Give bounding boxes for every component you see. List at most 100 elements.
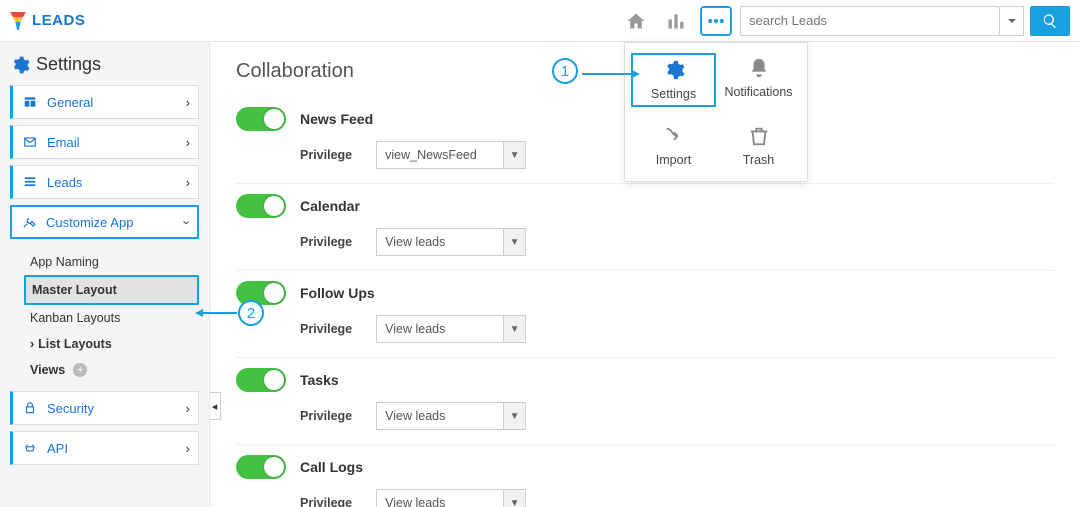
- sidebar-title-label: Settings: [36, 54, 101, 75]
- sidebar-subitem-label: App Naming: [30, 255, 99, 269]
- top-bar: LEADS: [0, 0, 1080, 42]
- add-icon[interactable]: +: [73, 363, 87, 377]
- popup-item-trash[interactable]: Trash: [716, 121, 801, 171]
- sidebar-item-api[interactable]: API ›: [10, 431, 199, 465]
- row-name: Call Logs: [300, 459, 363, 475]
- import-icon: [663, 125, 685, 147]
- collab-row-tasks: Tasks Privilege View leads▼: [236, 358, 1054, 445]
- sidebar-collapse-handle[interactable]: ◂: [210, 392, 221, 420]
- trash-icon: [748, 125, 770, 147]
- sidebar-title: Settings: [10, 54, 199, 75]
- chevron-right-icon: ›: [186, 175, 190, 190]
- dropdown-arrow-icon: ▼: [503, 403, 525, 429]
- sidebar: Settings General › Email › Leads › Custo…: [0, 42, 210, 507]
- sidebar-subitem-label: Views: [30, 363, 65, 377]
- sidebar-subitem-label: Kanban Layouts: [30, 311, 120, 325]
- sidebar-item-label: Leads: [47, 175, 186, 190]
- chart-icon[interactable]: [660, 6, 692, 36]
- popup-item-label: Import: [656, 153, 691, 167]
- popup-item-label: Settings: [651, 87, 696, 101]
- chevron-down-icon: ›: [179, 220, 194, 224]
- sidebar-subitem-kanban-layouts[interactable]: Kanban Layouts: [24, 305, 199, 331]
- privilege-label: Privilege: [300, 496, 352, 507]
- tools-icon: [20, 215, 38, 229]
- chevron-right-icon: ›: [186, 441, 190, 456]
- privilege-label: Privilege: [300, 322, 352, 336]
- sidebar-subitem-app-naming[interactable]: App Naming: [24, 249, 199, 275]
- sidebar-subitem-master-layout[interactable]: Master Layout: [24, 275, 199, 305]
- sidebar-item-email[interactable]: Email ›: [10, 125, 199, 159]
- collab-row-call-logs: Call Logs Privilege View leads▼: [236, 445, 1054, 507]
- row-name: Follow Ups: [300, 285, 375, 301]
- toggle-news-feed[interactable]: [236, 107, 286, 131]
- popup-item-label: Trash: [743, 153, 775, 167]
- gear-icon: [663, 59, 685, 81]
- popup-item-import[interactable]: Import: [631, 121, 716, 171]
- sidebar-item-security[interactable]: Security ›: [10, 391, 199, 425]
- privilege-label: Privilege: [300, 409, 352, 423]
- sidebar-subitem-list-layouts[interactable]: › List Layouts: [24, 331, 199, 357]
- select-value: View leads: [377, 496, 503, 507]
- privilege-select-call-logs[interactable]: View leads▼: [376, 489, 526, 507]
- row-name: News Feed: [300, 111, 373, 127]
- app-title: LEADS: [32, 12, 85, 29]
- privilege-label: Privilege: [300, 148, 352, 162]
- collab-row-calendar: Calendar Privilege View leads▼: [236, 184, 1054, 271]
- privilege-select-tasks[interactable]: View leads▼: [376, 402, 526, 430]
- envelope-icon: [21, 135, 39, 149]
- dropdown-arrow-icon: ▼: [503, 229, 525, 255]
- popup-item-label: Notifications: [724, 85, 792, 99]
- sidebar-item-label: Email: [47, 135, 186, 150]
- toggle-call-logs[interactable]: [236, 455, 286, 479]
- sidebar-subitem-label: List Layouts: [38, 337, 112, 351]
- dropdown-arrow-icon: ▼: [503, 490, 525, 507]
- privilege-select-follow-ups[interactable]: View leads▼: [376, 315, 526, 343]
- search-dropdown-icon[interactable]: [1000, 6, 1024, 36]
- sidebar-item-label: API: [47, 441, 186, 456]
- chevron-right-icon: ›: [186, 401, 190, 416]
- search-input[interactable]: [740, 6, 1000, 36]
- select-value: view_NewsFeed: [377, 148, 503, 162]
- search-wrap: [740, 6, 1070, 36]
- annotation-arrow-2: [195, 309, 237, 317]
- layout-icon: [21, 95, 39, 109]
- annotation-step-2: 2: [238, 300, 264, 326]
- sidebar-item-general[interactable]: General ›: [10, 85, 199, 119]
- home-icon[interactable]: [620, 6, 652, 36]
- toggle-tasks[interactable]: [236, 368, 286, 392]
- row-name: Tasks: [300, 372, 339, 388]
- app-logo: LEADS: [10, 12, 85, 30]
- sidebar-item-label: Customize App: [46, 215, 185, 230]
- gear-icon: [10, 55, 30, 75]
- chevron-right-icon: ›: [30, 337, 34, 351]
- collab-row-follow-ups: Follow Ups Privilege View leads▼: [236, 271, 1054, 358]
- toggle-calendar[interactable]: [236, 194, 286, 218]
- sidebar-item-customize-app[interactable]: Customize App ›: [10, 205, 199, 239]
- sidebar-item-label: General: [47, 95, 186, 110]
- select-value: View leads: [377, 235, 503, 249]
- privilege-select-news-feed[interactable]: view_NewsFeed▼: [376, 141, 526, 169]
- select-value: View leads: [377, 409, 503, 423]
- list-icon: [21, 175, 39, 189]
- bell-icon: [748, 57, 770, 79]
- select-value: View leads: [377, 322, 503, 336]
- popup-item-settings[interactable]: Settings: [631, 53, 716, 107]
- more-popup: Settings Notifications Import Trash: [624, 42, 808, 182]
- lock-icon: [21, 401, 39, 415]
- chevron-right-icon: ›: [186, 135, 190, 150]
- sidebar-subitem-views[interactable]: Views +: [24, 357, 199, 383]
- annotation-step-1: 1: [552, 58, 578, 84]
- funnel-icon: [10, 12, 26, 30]
- sidebar-item-label: Security: [47, 401, 186, 416]
- plug-icon: [21, 441, 39, 455]
- chevron-right-icon: ›: [186, 95, 190, 110]
- search-button[interactable]: [1030, 6, 1070, 36]
- privilege-label: Privilege: [300, 235, 352, 249]
- dropdown-arrow-icon: ▼: [503, 142, 525, 168]
- more-menu-icon[interactable]: [700, 6, 732, 36]
- privilege-select-calendar[interactable]: View leads▼: [376, 228, 526, 256]
- popup-item-notifications[interactable]: Notifications: [716, 53, 801, 107]
- dropdown-arrow-icon: ▼: [503, 316, 525, 342]
- sidebar-item-leads[interactable]: Leads ›: [10, 165, 199, 199]
- sidebar-subitems: App Naming Master Layout Kanban Layouts …: [10, 245, 199, 391]
